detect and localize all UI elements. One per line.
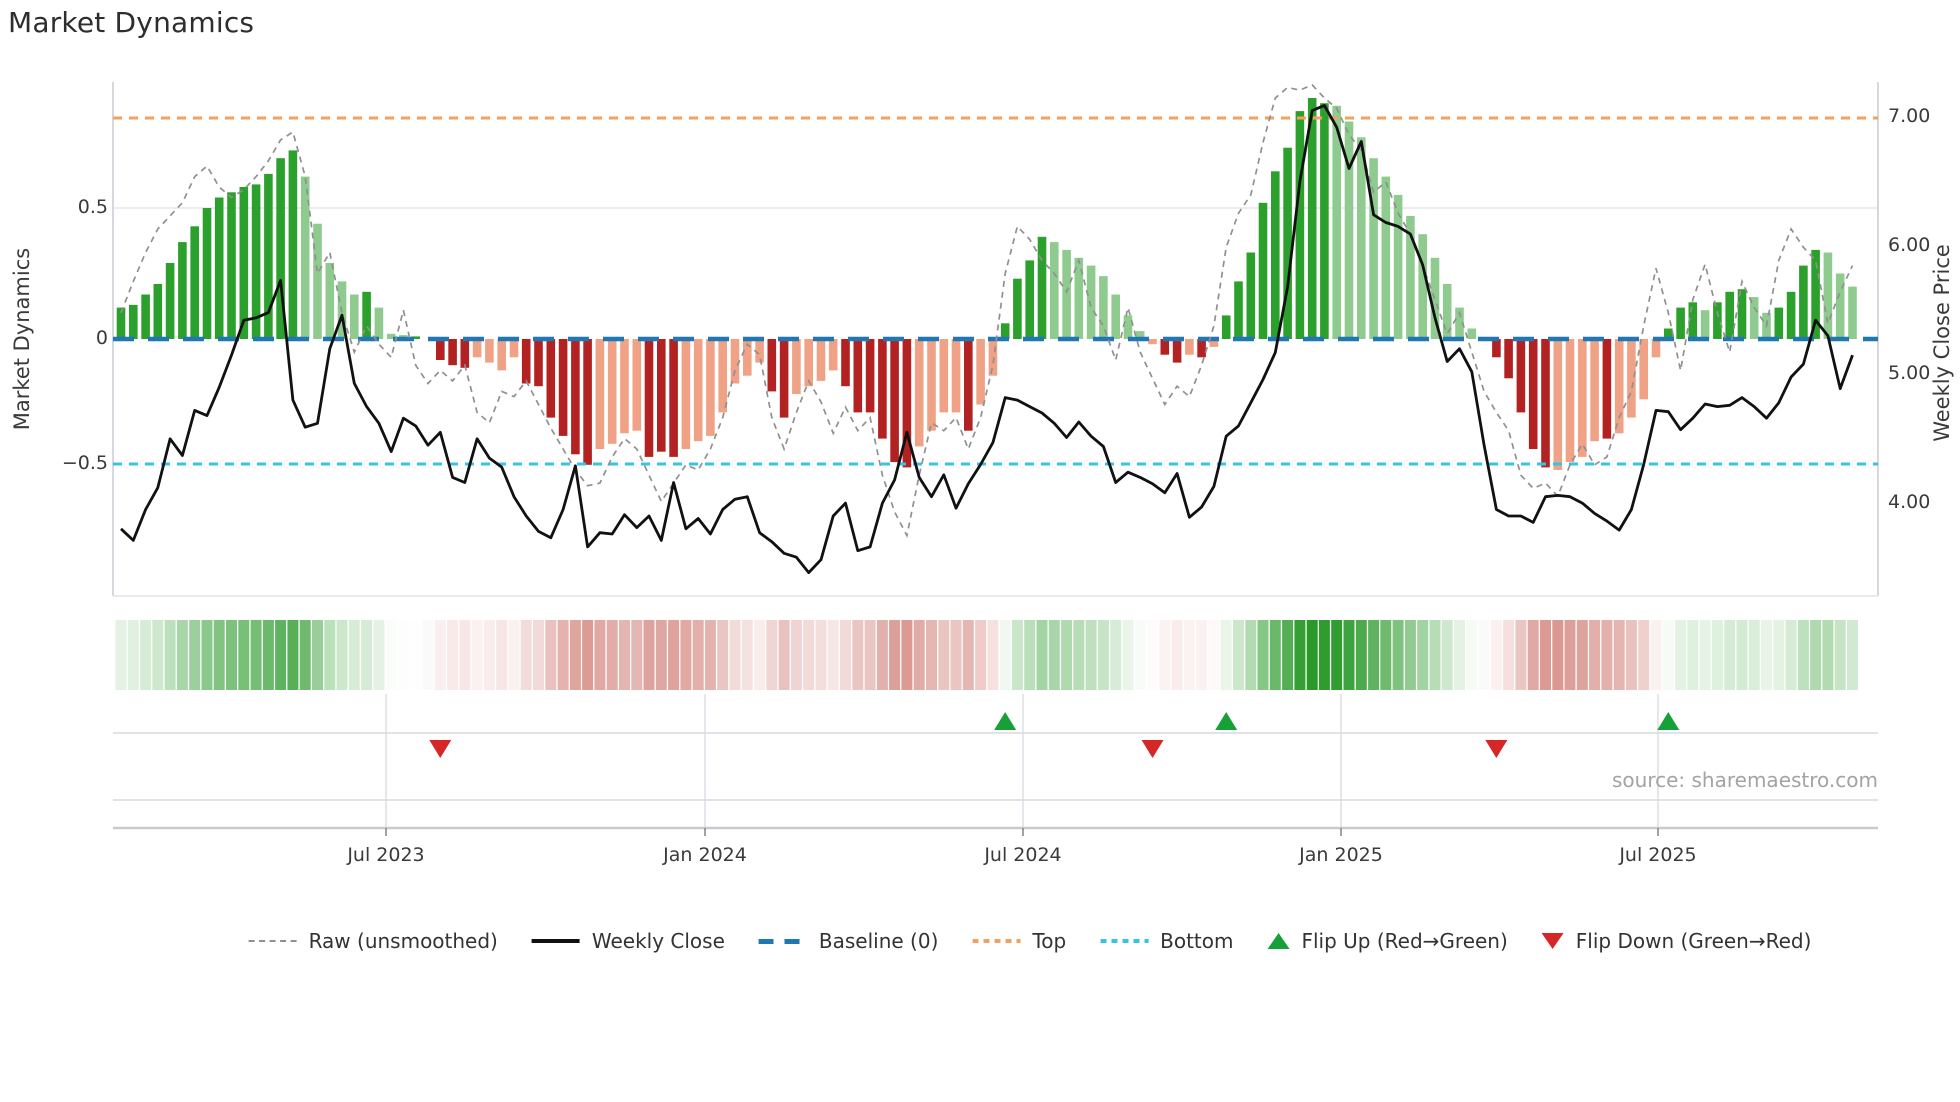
legend-item-bottom: Bottom (1100, 929, 1233, 953)
legend-label: Raw (unsmoothed) (308, 929, 498, 953)
flip-up-marker (1657, 712, 1680, 730)
close-line-icon (531, 939, 580, 943)
legend-item-flip-down: Flip Down (Green→Red) (1541, 929, 1812, 953)
legend-item-top: Top (972, 929, 1066, 953)
legend-item-raw: Raw (unsmoothed) (248, 929, 498, 953)
flip-up-triangle-icon (1267, 933, 1290, 949)
flip-down-triangle-icon (1541, 933, 1564, 949)
bottom-dash-icon (1100, 939, 1149, 943)
legend-item-baseline: Baseline (0) (758, 929, 939, 953)
x-tick-jul2023: Jul 2023 (347, 844, 425, 866)
x-tick-jan2024: Jan 2024 (663, 844, 747, 866)
legend-label: Flip Up (Red→Green) (1301, 929, 1508, 953)
top-dash-icon (972, 939, 1021, 943)
legend-item-weekly-close: Weekly Close (531, 929, 725, 953)
baseline-dash-icon (758, 938, 807, 944)
flip-down-marker (429, 740, 452, 758)
right-tick-5: 5.00 (1888, 362, 1931, 384)
x-tick-jul2024: Jul 2024 (984, 844, 1062, 866)
legend-label: Bottom (1160, 929, 1234, 953)
legend-label: Top (1032, 929, 1067, 953)
left-tick-neg0_5: −0.5 (61, 452, 108, 474)
x-tick-jul2025: Jul 2025 (1619, 844, 1697, 866)
legend-item-flip-up: Flip Up (Red→Green) (1267, 929, 1508, 953)
legend-label: Flip Down (Green→Red) (1575, 929, 1812, 953)
x-tick-jan2025: Jan 2025 (1299, 844, 1383, 866)
flip-up-marker (1215, 712, 1238, 730)
legend-label: Weekly Close (591, 929, 725, 953)
flip-down-marker (1485, 740, 1508, 758)
legend: Raw (unsmoothed) Weekly Close Baseline (… (248, 929, 1812, 953)
left-tick-0: 0 (95, 327, 108, 349)
right-tick-6: 6.00 (1888, 234, 1931, 256)
right-tick-4: 4.00 (1888, 491, 1931, 513)
flip-down-marker (1141, 740, 1164, 758)
market-dynamics-chart: Market Dynamics Market Dynamics Weekly C… (0, 0, 1960, 1102)
legend-label: Baseline (0) (818, 929, 939, 953)
right-tick-7: 7.00 (1888, 105, 1931, 127)
left-tick-0_5: 0.5 (77, 196, 108, 218)
flip-up-marker (994, 712, 1017, 730)
source-credit: source: sharemaestro.com (1612, 768, 1878, 792)
raw-line-icon (248, 940, 297, 942)
